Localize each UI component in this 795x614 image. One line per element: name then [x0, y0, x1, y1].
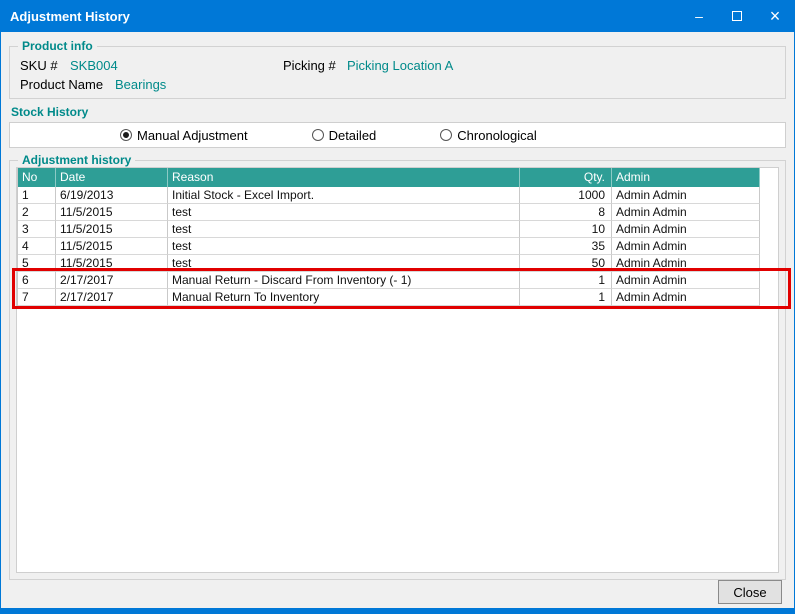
cell-reason: test: [168, 221, 520, 238]
cell-qty: 10: [520, 221, 612, 238]
cell-date: 2/17/2017: [56, 272, 168, 289]
cell-date: 2/17/2017: [56, 289, 168, 306]
cell-qty: 1000: [520, 187, 612, 204]
adjustment-history-window: Adjustment History – × Product info SKU …: [0, 0, 795, 608]
adjustment-table-panel: No Date Reason Qty. Admin 16/19/2013Init…: [16, 167, 779, 573]
picking-value: Picking Location A: [347, 58, 453, 73]
table-row[interactable]: 16/19/2013Initial Stock - Excel Import.1…: [18, 187, 760, 204]
picking-label: Picking #: [283, 58, 347, 73]
adjustment-table: No Date Reason Qty. Admin 16/19/2013Init…: [17, 168, 760, 306]
cell-qty: 8: [520, 204, 612, 221]
cell-admin: Admin Admin: [612, 272, 760, 289]
column-header-no[interactable]: No: [18, 168, 56, 187]
cell-reason: test: [168, 204, 520, 221]
cell-reason: Manual Return - Discard From Inventory (…: [168, 272, 520, 289]
radio-label: Chronological: [457, 128, 537, 143]
close-button[interactable]: Close: [718, 580, 782, 604]
close-icon: ×: [770, 7, 781, 25]
cell-date: 11/5/2015: [56, 255, 168, 272]
radio-label: Manual Adjustment: [137, 128, 248, 143]
cell-no: 3: [18, 221, 56, 238]
column-header-qty[interactable]: Qty.: [520, 168, 612, 187]
cell-reason: Manual Return To Inventory: [168, 289, 520, 306]
titlebar[interactable]: Adjustment History – ×: [1, 0, 794, 32]
cell-no: 6: [18, 272, 56, 289]
radio-detailed[interactable]: Detailed: [312, 128, 377, 143]
adjustment-history-group: Adjustment history No Date Reason Qty. A…: [9, 160, 786, 580]
adjustment-history-group-label: Adjustment history: [18, 153, 135, 167]
table-header-row: No Date Reason Qty. Admin: [18, 168, 760, 187]
minimize-button[interactable]: –: [680, 0, 718, 32]
cell-date: 6/19/2013: [56, 187, 168, 204]
stock-history-group-label: Stock History: [11, 105, 786, 119]
column-header-date[interactable]: Date: [56, 168, 168, 187]
table-body: 16/19/2013Initial Stock - Excel Import.1…: [18, 187, 760, 306]
cell-date: 11/5/2015: [56, 204, 168, 221]
maximize-button[interactable]: [718, 0, 756, 32]
cell-no: 2: [18, 204, 56, 221]
cell-no: 7: [18, 289, 56, 306]
product-info-group: Product info SKU # SKB004 Picking # Pick…: [9, 46, 786, 99]
table-row[interactable]: 211/5/2015test8Admin Admin: [18, 204, 760, 221]
cell-reason: Initial Stock - Excel Import.: [168, 187, 520, 204]
cell-admin: Admin Admin: [612, 255, 760, 272]
table-row[interactable]: 62/17/2017Manual Return - Discard From I…: [18, 272, 760, 289]
window-title: Adjustment History: [1, 9, 680, 24]
sku-value: SKB004: [70, 58, 283, 73]
sku-row: SKU # SKB004 Picking # Picking Location …: [20, 56, 775, 75]
stock-history-panel: Manual Adjustment Detailed Chronological: [9, 122, 786, 148]
radio-button-icon: [312, 129, 324, 141]
cell-admin: Admin Admin: [612, 238, 760, 255]
maximize-icon: [732, 11, 742, 21]
product-name-row: Product Name Bearings: [20, 75, 775, 94]
window-bottom-border: [0, 608, 795, 614]
column-header-admin[interactable]: Admin: [612, 168, 760, 187]
close-window-button[interactable]: ×: [756, 0, 794, 32]
radio-button-icon: [440, 129, 452, 141]
cell-qty: 35: [520, 238, 612, 255]
minimize-icon: –: [695, 8, 703, 24]
column-header-reason[interactable]: Reason: [168, 168, 520, 187]
radio-chronological[interactable]: Chronological: [440, 128, 537, 143]
cell-reason: test: [168, 238, 520, 255]
cell-date: 11/5/2015: [56, 221, 168, 238]
cell-admin: Admin Admin: [612, 221, 760, 238]
product-name-label: Product Name: [20, 77, 115, 92]
cell-reason: test: [168, 255, 520, 272]
cell-admin: Admin Admin: [612, 289, 760, 306]
product-name-value: Bearings: [115, 77, 166, 92]
radio-manual-adjustment[interactable]: Manual Adjustment: [120, 128, 248, 143]
cell-admin: Admin Admin: [612, 187, 760, 204]
cell-qty: 1: [520, 289, 612, 306]
table-row[interactable]: 411/5/2015test35Admin Admin: [18, 238, 760, 255]
table-row[interactable]: 511/5/2015test50Admin Admin: [18, 255, 760, 272]
cell-qty: 50: [520, 255, 612, 272]
cell-date: 11/5/2015: [56, 238, 168, 255]
table-row[interactable]: 311/5/2015test10Admin Admin: [18, 221, 760, 238]
cell-no: 1: [18, 187, 56, 204]
cell-admin: Admin Admin: [612, 204, 760, 221]
cell-qty: 1: [520, 272, 612, 289]
cell-no: 4: [18, 238, 56, 255]
table-row[interactable]: 72/17/2017Manual Return To Inventory1Adm…: [18, 289, 760, 306]
radio-label: Detailed: [329, 128, 377, 143]
radio-button-icon: [120, 129, 132, 141]
sku-label: SKU #: [20, 58, 70, 73]
product-info-group-label: Product info: [18, 39, 97, 53]
cell-no: 5: [18, 255, 56, 272]
